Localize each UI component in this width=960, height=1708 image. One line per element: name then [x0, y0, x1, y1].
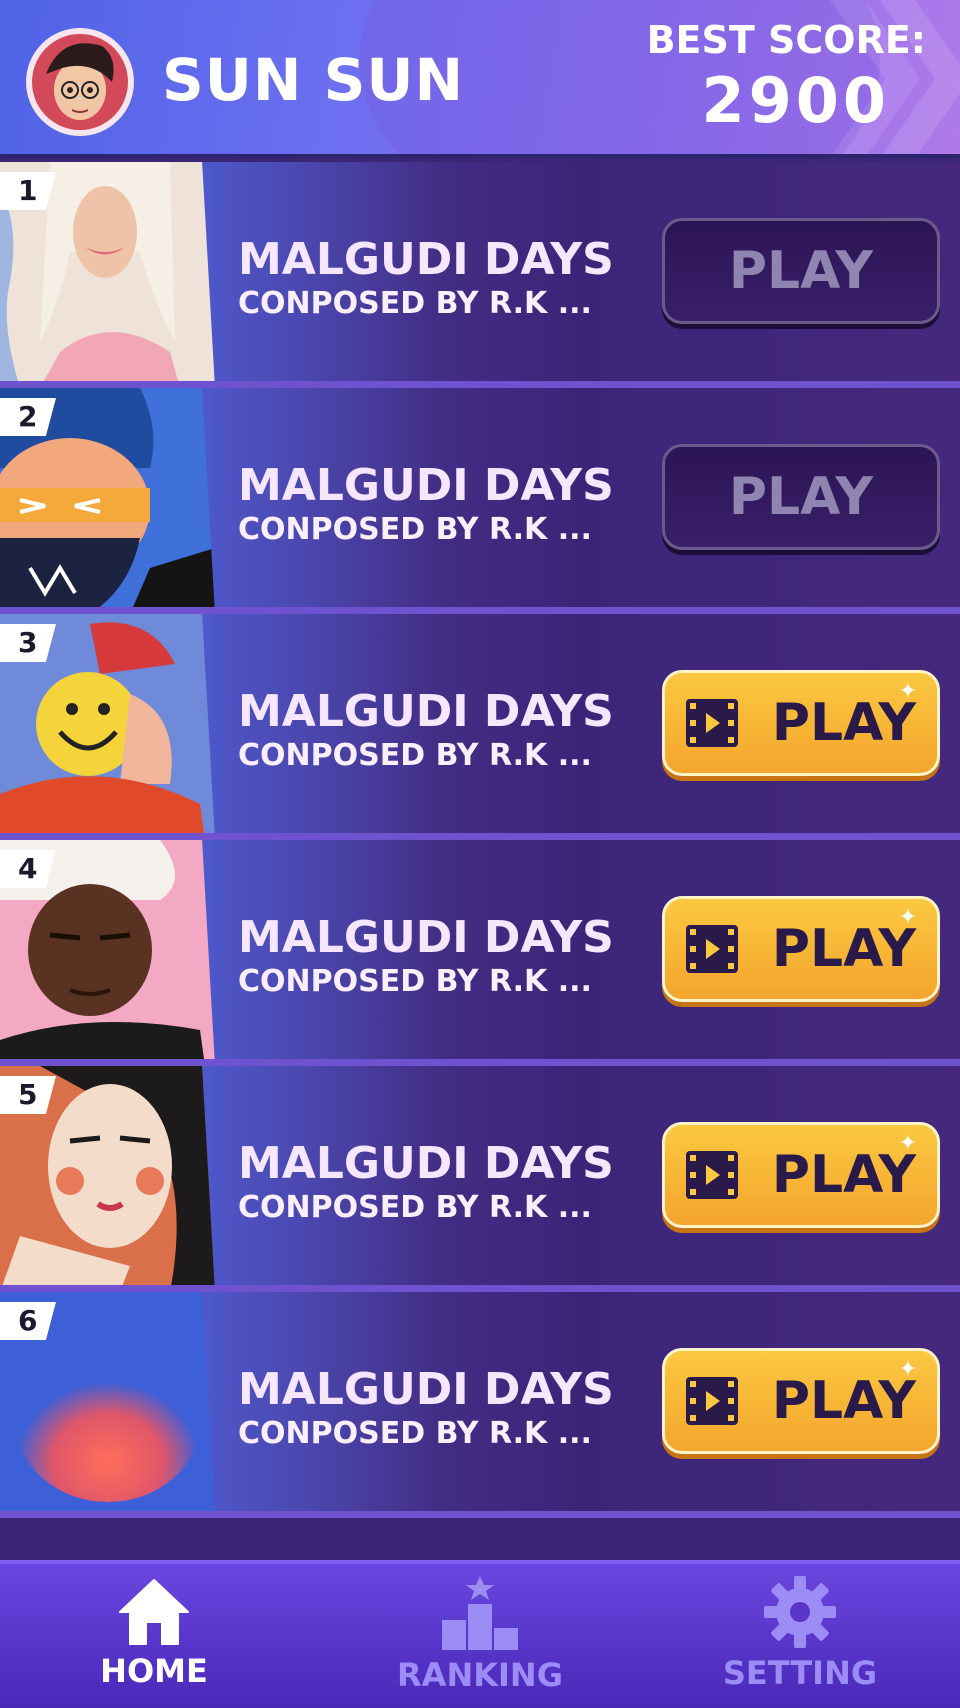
play-button-label: PLAY	[771, 1371, 917, 1431]
avatar-face-icon	[32, 34, 128, 130]
sparkle-icon: ✦	[898, 905, 917, 930]
sparkle-icon: ✦	[898, 679, 917, 704]
nav-item-setting[interactable]: SETTING	[700, 1576, 900, 1706]
song-title: MALGUDI DAYS	[238, 234, 614, 285]
nav-label-ranking: RANKING	[397, 1656, 563, 1694]
song-row: 4 MALGUDI DAYS CONPOSED BY R.K ... PLAY …	[0, 840, 960, 1066]
nav-label-setting: SETTING	[722, 1654, 878, 1692]
video-icon	[685, 1377, 738, 1425]
best-score-label: BEST SCORE:	[646, 18, 926, 62]
sparkle-icon: ✦	[898, 1357, 917, 1382]
song-composer: CONPOSED BY R.K ...	[238, 738, 592, 773]
play-button-label: PLAY	[771, 919, 917, 979]
header: SUN SUN BEST SCORE: 2900	[0, 0, 960, 158]
player-name: SUN SUN	[162, 46, 465, 114]
song-composer: CONPOSED BY R.K ...	[238, 286, 592, 321]
song-composer: CONPOSED BY R.K ...	[238, 1190, 592, 1225]
avatar[interactable]	[26, 28, 134, 136]
song-title: MALGUDI DAYS	[238, 1138, 614, 1189]
nav-item-ranking[interactable]: RANKING	[380, 1576, 580, 1706]
bottom-nav: HOME RANKING SETTING	[0, 1560, 960, 1708]
gear-icon	[764, 1576, 836, 1648]
nav-label-home: HOME	[100, 1652, 208, 1690]
play-button[interactable]: PLAY ✦	[662, 1122, 940, 1228]
play-button[interactable]: PLAY ✦	[662, 1348, 940, 1454]
song-composer: CONPOSED BY R.K ...	[238, 512, 592, 547]
song-title: MALGUDI DAYS	[238, 1364, 614, 1415]
song-row: 1 MALGUDI DAYS CONPOSED BY R.K ... PLAY	[0, 162, 960, 388]
play-button-label: PLAY	[771, 1145, 917, 1205]
play-button-label: PLAY	[728, 241, 874, 301]
song-list: 1 MALGUDI DAYS CONPOSED BY R.K ... PLAY …	[0, 162, 960, 1518]
song-title: MALGUDI DAYS	[238, 460, 614, 511]
sparkle-icon: ✦	[898, 1131, 917, 1156]
song-row: 3 MALGUDI DAYS CONPOSED BY R.K ... PLAY …	[0, 614, 960, 840]
song-row: 5 MALGUDI DAYS CONPOSED BY R.K ... PLAY …	[0, 1066, 960, 1292]
song-composer: CONPOSED BY R.K ...	[238, 964, 592, 999]
play-button[interactable]: PLAY ✦	[662, 670, 940, 776]
song-composer: CONPOSED BY R.K ...	[238, 1416, 592, 1451]
video-icon	[685, 925, 738, 973]
song-title: MALGUDI DAYS	[238, 912, 614, 963]
video-icon	[685, 1151, 738, 1199]
play-button-label: PLAY	[728, 467, 874, 527]
video-icon	[685, 699, 738, 747]
song-row: 6 MALGUDI DAYS CONPOSED BY R.K ... PLAY …	[0, 1292, 960, 1518]
nav-item-home[interactable]: HOME	[54, 1576, 254, 1706]
play-button[interactable]: PLAY	[662, 218, 940, 324]
play-button[interactable]: PLAY	[662, 444, 940, 550]
ranking-podium-icon	[442, 1576, 518, 1650]
song-title: MALGUDI DAYS	[238, 686, 614, 737]
best-score-value: 2900	[701, 64, 890, 137]
play-button-label: PLAY	[771, 693, 917, 753]
song-row: 2 MALGUDI DAYS CONPOSED BY R.K ... PLAY	[0, 388, 960, 614]
play-button[interactable]: PLAY ✦	[662, 896, 940, 1002]
home-icon	[119, 1579, 189, 1645]
